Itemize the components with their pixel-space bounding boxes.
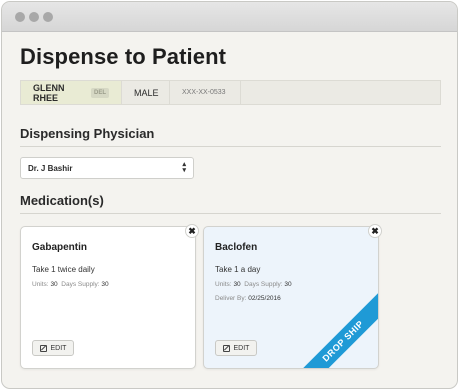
app-window: Dispense to Patient GLENN RHEE DEL MALE … (1, 1, 458, 389)
days-supply-value: 30 (284, 281, 292, 288)
edit-medication-button[interactable]: EDIT (32, 340, 74, 356)
edit-icon (222, 344, 230, 352)
window-close-dot[interactable] (15, 12, 25, 22)
patient-gender: MALE (122, 81, 170, 104)
deliver-by-label: Deliver By: (215, 295, 247, 302)
units-label: Units: (215, 281, 232, 288)
select-arrows-icon: ▴ ▾ (182, 161, 186, 174)
window-minimize-dot[interactable] (29, 12, 39, 22)
units-label: Units: (32, 281, 49, 288)
units-value: 30 (233, 281, 241, 288)
drop-ship-ribbon: DROP SHIP (290, 288, 378, 368)
patient-info-bar: GLENN RHEE DEL MALE XXX-XX-0533 (20, 80, 441, 105)
deliver-by: Deliver By: 02/25/2016 (215, 295, 281, 302)
deliver-by-value: 02/25/2016 (248, 295, 281, 302)
medication-card: Gabapentin Take 1 twice daily Units: 30 … (20, 226, 196, 369)
patient-name: GLENN RHEE (33, 82, 65, 103)
medication-name: Baclofen (215, 242, 258, 253)
physician-heading: Dispensing Physician (20, 126, 441, 147)
medication-meta: Units: 30 Days Supply: 30 (32, 281, 109, 288)
medications-heading: Medication(s) (20, 193, 441, 214)
edit-icon (39, 344, 47, 352)
medication-meta: Units: 30 Days Supply: 30 (215, 281, 292, 288)
window-titlebar (2, 2, 457, 32)
main-content: Dispense to Patient GLENN RHEE DEL MALE … (20, 32, 441, 374)
patient-badge: DEL (91, 87, 109, 98)
edit-medication-button[interactable]: EDIT (215, 340, 257, 356)
page-title: Dispense to Patient (20, 44, 227, 69)
medication-name: Gabapentin (32, 242, 88, 253)
medication-card-drop-ship: Baclofen Take 1 a day Units: 30 Days Sup… (203, 226, 379, 369)
physician-selected-value: Dr. J Bashir (28, 163, 73, 173)
days-supply-value: 30 (101, 281, 109, 288)
window-zoom-dot[interactable] (43, 12, 53, 22)
medication-instructions: Take 1 a day (215, 265, 261, 274)
remove-medication-icon[interactable]: ✖ (185, 224, 199, 238)
physician-select[interactable]: Dr. J Bashir ▴ ▾ (20, 157, 194, 179)
patient-ssn: XXX-XX-0533 (170, 81, 241, 104)
remove-medication-icon[interactable]: ✖ (368, 224, 382, 238)
medication-instructions: Take 1 twice daily (32, 265, 95, 274)
units-value: 30 (50, 281, 58, 288)
patient-bar-filler (241, 81, 440, 104)
edit-label: EDIT (233, 344, 250, 352)
medication-cards: Gabapentin Take 1 twice daily Units: 30 … (20, 224, 441, 374)
days-supply-label: Days Supply: (244, 281, 283, 288)
days-supply-label: Days Supply: (61, 281, 100, 288)
patient-name-cell: GLENN RHEE DEL (21, 81, 122, 104)
edit-label: EDIT (50, 344, 67, 352)
